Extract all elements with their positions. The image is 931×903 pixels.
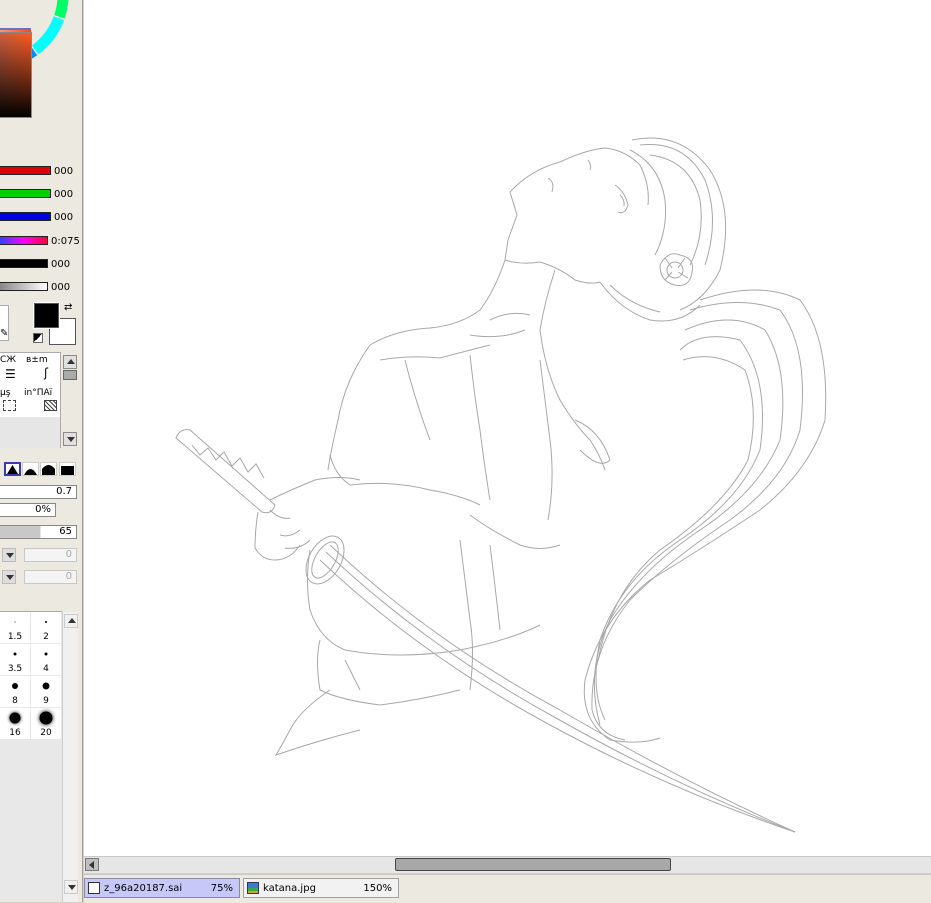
tab-document-2[interactable]: katana.jpg 150% bbox=[243, 878, 399, 898]
brush-size-field[interactable]: 0.7 bbox=[0, 485, 77, 499]
tool-panel: 000 000 000 0:075 000 000 ✎ ⇄ СЖ в±m ☰ ʃ… bbox=[0, 0, 83, 902]
tab-document-1-zoom: 75% bbox=[210, 882, 233, 894]
pattern-tool-icon[interactable] bbox=[3, 400, 16, 411]
reset-colors-icon[interactable] bbox=[33, 333, 43, 343]
brush-size-4[interactable]: 4 bbox=[31, 644, 62, 676]
slider-hue-value: 0:075 bbox=[51, 236, 80, 247]
image-file-icon bbox=[247, 882, 259, 894]
foreground-color-swatch[interactable] bbox=[33, 302, 60, 329]
brush-density-field[interactable]: 0% bbox=[0, 503, 56, 517]
slider-hue[interactable] bbox=[0, 236, 48, 245]
slider-alpha-value: 000 bbox=[51, 282, 71, 293]
lineart-drawing bbox=[175, 137, 827, 833]
tool-label-3[interactable]: μş bbox=[0, 388, 10, 398]
brush-option-a-field[interactable]: 0 bbox=[24, 548, 77, 562]
menu-lines-icon[interactable]: ☰ bbox=[5, 367, 16, 381]
swap-colors-icon[interactable]: ⇄ bbox=[64, 302, 72, 313]
brush-shape-flat-round[interactable] bbox=[40, 462, 57, 476]
tool-scroll-down[interactable] bbox=[63, 432, 77, 446]
brush-shape-round[interactable] bbox=[22, 462, 39, 476]
brush-size-3-5[interactable]: 3.5 bbox=[0, 644, 31, 676]
slider-green-value: 000 bbox=[54, 189, 74, 200]
brush-size-16[interactable]: 16 bbox=[0, 708, 31, 740]
slider-red[interactable] bbox=[0, 166, 51, 175]
eraser-tool-icon[interactable] bbox=[44, 400, 57, 411]
brush-size-8[interactable]: 8 bbox=[0, 676, 31, 708]
color-saturation-square[interactable] bbox=[0, 32, 32, 118]
eyedropper-icon[interactable]: ✎ bbox=[0, 328, 8, 339]
brush-shape-sharp[interactable] bbox=[4, 462, 21, 476]
slider-green[interactable] bbox=[0, 189, 51, 198]
slider-red-value: 000 bbox=[54, 166, 74, 177]
document-tab-bar: z_96a20187.sai 75% katana.jpg 150% bbox=[84, 874, 931, 903]
tool-label-2[interactable]: в±m bbox=[26, 355, 48, 365]
slider-blue[interactable] bbox=[0, 212, 51, 221]
brush-size-palette: 1.5 2 3.5 4 8 9 16 20 bbox=[0, 611, 62, 902]
brush-option-a-dropdown[interactable] bbox=[2, 548, 16, 562]
tab-document-1[interactable]: z_96a20187.sai 75% bbox=[84, 878, 240, 898]
brush-option-b-dropdown[interactable] bbox=[2, 570, 16, 584]
tool-scroll-thumb[interactable] bbox=[63, 370, 77, 380]
curve-tool-icon[interactable]: ʃ bbox=[44, 366, 48, 380]
tab-document-2-zoom: 150% bbox=[363, 882, 392, 894]
brush-option-b-field[interactable]: 0 bbox=[24, 570, 77, 584]
tab-document-1-name: z_96a20187.sai bbox=[104, 882, 183, 894]
tool-label-4[interactable]: in°ПAï bbox=[24, 388, 52, 398]
brush-shape-flat[interactable] bbox=[59, 462, 76, 476]
slider-value[interactable] bbox=[0, 259, 48, 268]
canvas-horizontal-scrollbar[interactable] bbox=[84, 856, 931, 873]
canvas-scroll-thumb[interactable] bbox=[395, 858, 671, 871]
sai-file-icon bbox=[88, 882, 100, 894]
brush-min-size-field[interactable]: 65 bbox=[0, 525, 77, 539]
scroll-left-arrow-icon[interactable] bbox=[85, 858, 99, 871]
brush-size-1-5[interactable]: 1.5 bbox=[0, 612, 31, 644]
brush-size-20[interactable]: 20 bbox=[31, 708, 62, 740]
slider-blue-value: 000 bbox=[54, 212, 74, 223]
tab-document-2-name: katana.jpg bbox=[263, 882, 316, 894]
slider-value-value: 000 bbox=[51, 259, 71, 270]
tool-label-1[interactable]: СЖ bbox=[0, 355, 16, 365]
drawing-canvas[interactable] bbox=[84, 0, 931, 856]
brush-size-2[interactable]: 2 bbox=[31, 612, 62, 644]
tool-scroll-up[interactable] bbox=[63, 355, 77, 369]
slider-alpha[interactable] bbox=[0, 282, 48, 291]
brush-size-9[interactable]: 9 bbox=[31, 676, 62, 708]
brush-palette-scrollbar[interactable] bbox=[62, 612, 78, 902]
